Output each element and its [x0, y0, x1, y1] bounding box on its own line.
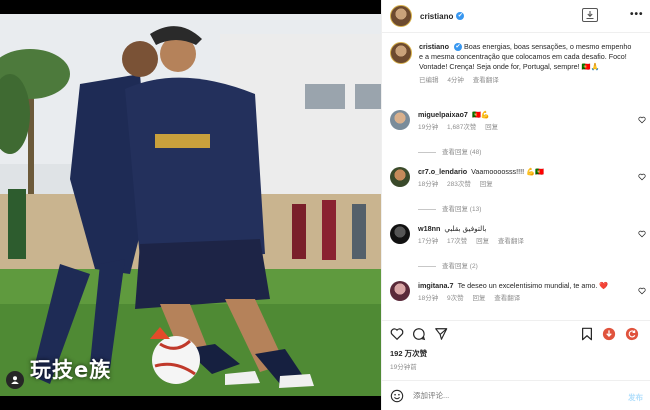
share-send-icon[interactable] — [434, 327, 448, 341]
post-action-bar — [382, 320, 650, 346]
caption-edited: 已编辑 — [419, 77, 439, 84]
post-detail-panel: cristiano ✔ ••• cristiano ✔ Boas energia… — [381, 0, 650, 410]
bookmark-icon[interactable] — [580, 327, 594, 341]
caption-time: 4分钟 — [447, 77, 464, 84]
comment-text: Vaamoooosss!!!! 💪🇵🇹 — [471, 167, 545, 176]
comment-likes[interactable]: 9次赞 — [447, 295, 464, 302]
comment-item: miguelpaixao7 🇵🇹💪 19分钟 1,687次赞 回复 — [390, 110, 645, 133]
more-options-button[interactable]: ••• — [630, 9, 644, 20]
comment-text: بالتوفيق بقلبي — [444, 224, 487, 233]
extension-download-icon[interactable] — [602, 327, 616, 341]
comment-likes[interactable]: 17次赞 — [447, 238, 467, 245]
post-comment-button[interactable]: 发布 — [628, 392, 643, 403]
comment-text: 🇵🇹💪 — [471, 110, 490, 119]
verified-badge-icon: ✔ — [456, 12, 465, 20]
like-comment-heart-icon[interactable] — [638, 287, 646, 295]
view-replies-link[interactable]: 查看回复 (48) — [418, 146, 481, 156]
download-button[interactable] — [582, 8, 598, 22]
comment-input[interactable] — [413, 391, 603, 400]
caption-avatar[interactable] — [390, 42, 412, 64]
comment-likes[interactable]: 283次赞 — [447, 181, 471, 188]
post-media: 玩技e族 — [0, 0, 381, 410]
comment-item: imgitana.7 Te deseo un excelentisimo mund… — [390, 281, 645, 304]
author-username[interactable]: cristiano — [420, 12, 453, 21]
like-comment-heart-icon[interactable] — [638, 173, 646, 181]
user-tag-icon[interactable] — [6, 371, 24, 389]
add-comment-bar: 发布 — [382, 380, 650, 410]
comment-translate-link[interactable]: 查看翻译 — [494, 295, 520, 302]
reply-button[interactable]: 回复 — [485, 124, 498, 131]
training-photo-illustration — [0, 14, 381, 396]
download-icon — [586, 11, 594, 20]
commenter-username[interactable]: w18nn — [418, 224, 440, 233]
extension-refresh-icon[interactable] — [625, 327, 639, 341]
post-caption: cristiano ✔ Boas energias, boas sensaçõe… — [390, 42, 640, 86]
view-replies-link[interactable]: 查看回复 (2) — [418, 260, 478, 270]
comments-list[interactable]: cristiano ✔ Boas energias, boas sensaçõe… — [382, 34, 650, 320]
like-comment-heart-icon[interactable] — [638, 116, 646, 124]
emoji-icon[interactable] — [390, 389, 404, 403]
post-time: 19分钟前 — [390, 364, 417, 371]
post-photo[interactable] — [0, 14, 381, 396]
watermark-text: 玩技e族 — [30, 358, 112, 382]
comment-item: w18nn بالتوفيق بقلبي 17分钟 17次赞 回复 查看翻译 — [390, 224, 645, 247]
caption-translate-link[interactable]: 查看翻译 — [473, 77, 499, 84]
comment-likes[interactable]: 1,687次赞 — [447, 124, 476, 131]
reply-button[interactable]: 回复 — [476, 238, 489, 245]
caption-text: Boas energias, boas sensações, o mesmo e… — [419, 42, 632, 71]
reply-button[interactable]: 回复 — [472, 295, 485, 302]
comment-time: 19分钟 — [418, 124, 439, 131]
commenter-avatar[interactable] — [390, 281, 410, 301]
comment-text: Te deseo un excelentisimo mundial, te am… — [457, 281, 609, 290]
commenter-username[interactable]: miguelpaixao7 — [418, 110, 468, 119]
like-heart-icon[interactable] — [390, 327, 404, 341]
comment-time: 17分钟 — [418, 238, 439, 245]
comment-translate-link[interactable]: 查看翻译 — [498, 238, 524, 245]
author-avatar[interactable] — [390, 5, 412, 27]
like-comment-heart-icon[interactable] — [638, 230, 646, 238]
post-header: cristiano ✔ ••• — [382, 0, 650, 33]
caption-username[interactable]: cristiano — [419, 42, 449, 51]
likes-count[interactable]: 192 万次赞 — [390, 348, 427, 359]
comment-item: cr7.o_lendario Vaamoooosss!!!! 💪🇵🇹 18分钟 2… — [390, 167, 645, 190]
commenter-username[interactable]: imgitana.7 — [418, 281, 454, 290]
comment-bubble-icon[interactable] — [412, 327, 426, 341]
commenter-username[interactable]: cr7.o_lendario — [418, 167, 467, 176]
comment-time: 18分钟 — [418, 181, 439, 188]
reply-button[interactable]: 回复 — [480, 181, 493, 188]
comment-time: 18分钟 — [418, 295, 439, 302]
commenter-avatar[interactable] — [390, 224, 410, 244]
commenter-avatar[interactable] — [390, 167, 410, 187]
view-replies-link[interactable]: 查看回复 (13) — [418, 203, 481, 213]
verified-badge-icon: ✔ — [453, 43, 462, 52]
commenter-avatar[interactable] — [390, 110, 410, 130]
